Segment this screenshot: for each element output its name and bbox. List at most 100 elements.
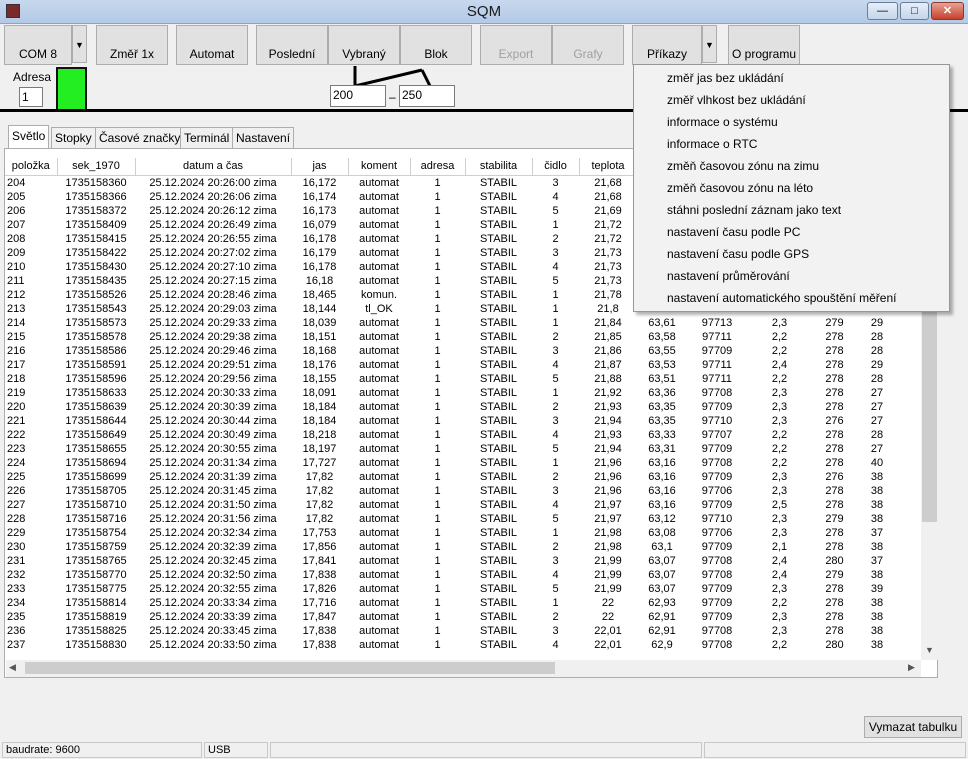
tab-nastaveni[interactable]: Nastavení <box>232 127 295 149</box>
range-to-input[interactable]: 250 <box>399 85 455 107</box>
table-cell: 210 <box>7 260 26 273</box>
last-button[interactable]: Poslední <box>256 25 328 65</box>
scroll-down-icon[interactable]: ▼ <box>925 645 934 655</box>
commands-button[interactable]: Příkazy <box>632 25 702 65</box>
table-cell: automat <box>359 414 399 427</box>
table-row[interactable]: 232 1735158770 25.12.2024 20:32:50 zima 17,… <box>5 568 897 582</box>
table-cell: 1735158415 <box>65 232 127 245</box>
table-row[interactable]: 225 1735158699 25.12.2024 20:31:39 zima 17,… <box>5 470 897 484</box>
column-header[interactable]: jas <box>291 158 349 176</box>
menu-item[interactable]: změř vlhkost bez ukládání <box>667 93 806 107</box>
menu-item[interactable]: změř jas bez ukládání <box>667 71 784 85</box>
column-header[interactable]: datum a čas <box>135 158 292 176</box>
table-cell: 25.12.2024 20:30:55 zima <box>149 442 277 455</box>
table-row[interactable]: 222 1735158649 25.12.2024 20:30:49 zima 18,… <box>5 428 897 442</box>
table-cell: 1735158360 <box>65 176 127 189</box>
column-header[interactable]: koment <box>348 158 411 176</box>
horizontal-scroll-thumb[interactable] <box>25 662 555 674</box>
scroll-right-icon[interactable]: ▶ <box>908 662 915 673</box>
table-cell: 25.12.2024 20:33:39 zima <box>149 610 277 623</box>
com-dropdown-icon[interactable]: ▼ <box>72 25 87 63</box>
table-row[interactable]: 233 1735158775 25.12.2024 20:32:55 zima 17,… <box>5 582 897 596</box>
table-cell: 21,99 <box>594 582 622 595</box>
column-header[interactable]: stabilita <box>465 158 533 176</box>
table-row[interactable]: 217 1735158591 25.12.2024 20:29:51 zima 18,… <box>5 358 897 372</box>
table-cell: 1 <box>434 596 441 609</box>
minimize-icon[interactable]: — <box>867 2 898 20</box>
table-cell: 1735158649 <box>65 428 127 441</box>
table-row[interactable]: 220 1735158639 25.12.2024 20:30:39 zima 18,… <box>5 400 897 414</box>
table-cell: 17,82 <box>305 512 334 525</box>
close-icon[interactable]: ✕ <box>931 2 964 20</box>
commands-dropdown-icon[interactable]: ▼ <box>702 25 717 63</box>
maximize-icon[interactable]: □ <box>900 2 929 20</box>
table-row[interactable]: 237 1735158830 25.12.2024 20:33:50 zima 17,… <box>5 638 897 652</box>
table-row[interactable]: 234 1735158814 25.12.2024 20:33:34 zima 17,… <box>5 596 897 610</box>
address-input[interactable]: 1 <box>19 87 43 107</box>
measure-once-button[interactable]: Změř 1x <box>96 25 168 65</box>
table-row[interactable]: 216 1735158586 25.12.2024 20:29:46 zima 18,… <box>5 344 897 358</box>
table-row[interactable]: 219 1735158633 25.12.2024 20:30:33 zima 18,… <box>5 386 897 400</box>
selected-button[interactable]: Vybraný <box>328 25 400 65</box>
export-button[interactable]: Export <box>480 25 552 65</box>
block-button[interactable]: Blok <box>400 25 472 65</box>
table-row[interactable]: 218 1735158596 25.12.2024 20:29:56 zima 18,… <box>5 372 897 386</box>
table-row[interactable]: 235 1735158819 25.12.2024 20:33:39 zima 17,… <box>5 610 897 624</box>
tab-stopky[interactable]: Stopky <box>51 127 96 149</box>
range-from-input[interactable]: 200 <box>330 85 386 107</box>
menu-item[interactable]: nastavení průměrování <box>667 269 790 283</box>
clear-table-button[interactable]: Vymazat tabulku <box>864 716 962 738</box>
tab-terminal[interactable]: Terminál <box>180 127 234 149</box>
table-cell: 37 <box>870 526 884 539</box>
menu-item[interactable]: změň časovou zónu na léto <box>667 181 813 195</box>
table-cell: 25.12.2024 20:32:34 zima <box>149 526 277 539</box>
table-cell: automat <box>359 274 399 287</box>
table-row[interactable]: 221 1735158644 25.12.2024 20:30:44 zima 18,… <box>5 414 897 428</box>
menu-item[interactable]: nastavení času podle PC <box>667 225 800 239</box>
column-header[interactable]: položka <box>5 158 58 176</box>
table-row[interactable]: 215 1735158578 25.12.2024 20:29:38 zima 18,… <box>5 330 897 344</box>
table-cell: 1735158814 <box>65 596 127 609</box>
table-row[interactable]: 226 1735158705 25.12.2024 20:31:45 zima 17,… <box>5 484 897 498</box>
column-header[interactable]: sek_1970 <box>57 158 136 176</box>
table-cell: STABIL <box>479 344 518 357</box>
automat-button[interactable]: Automat <box>176 25 248 65</box>
status-indicator <box>56 67 87 111</box>
table-cell: 278 <box>825 400 844 413</box>
table-cell: 25.12.2024 20:29:56 zima <box>149 372 277 385</box>
menu-item[interactable]: nastavení času podle GPS <box>667 247 809 261</box>
table-row[interactable]: 229 1735158754 25.12.2024 20:32:34 zima 17,… <box>5 526 897 540</box>
table-cell: 29 <box>870 316 884 329</box>
table-cell: 1 <box>434 540 441 553</box>
table-cell: automat <box>359 176 399 189</box>
table-cell: 2,3 <box>771 582 788 595</box>
table-row[interactable]: 230 1735158759 25.12.2024 20:32:39 zima 17,… <box>5 540 897 554</box>
table-row[interactable]: 231 1735158765 25.12.2024 20:32:45 zima 17,… <box>5 554 897 568</box>
scroll-left-icon[interactable]: ◀ <box>9 662 16 673</box>
column-header[interactable]: teplota <box>579 158 638 176</box>
table-row[interactable]: 228 1735158716 25.12.2024 20:31:56 zima 17,… <box>5 512 897 526</box>
tab-casove-znacky[interactable]: Časové značky <box>95 127 185 149</box>
menu-item[interactable]: stáhni poslední záznam jako text <box>667 203 841 217</box>
table-row[interactable]: 227 1735158710 25.12.2024 20:31:50 zima 17,… <box>5 498 897 512</box>
table-row[interactable]: 214 1735158573 25.12.2024 20:29:33 zima 18,… <box>5 316 897 330</box>
graphs-button[interactable]: Grafy <box>552 25 624 65</box>
tab-svetlo[interactable]: Světlo <box>8 125 50 150</box>
table-cell: 209 <box>7 246 26 259</box>
table-row[interactable]: 236 1735158825 25.12.2024 20:33:45 zima 17,… <box>5 624 897 638</box>
com-port-button[interactable]: COM 8 <box>4 25 72 65</box>
column-header[interactable]: adresa <box>410 158 466 176</box>
table-cell: 63,55 <box>648 344 676 357</box>
table-cell: 97706 <box>701 526 733 539</box>
table-cell: 16,18 <box>305 274 334 287</box>
table-cell: 16,079 <box>302 218 337 231</box>
column-header[interactable]: čidlo <box>532 158 580 176</box>
table-row[interactable]: 223 1735158655 25.12.2024 20:30:55 zima 18,… <box>5 442 897 456</box>
menu-item[interactable]: změň časovou zónu na zimu <box>667 159 819 173</box>
table-cell: 25.12.2024 20:30:39 zima <box>149 400 277 413</box>
menu-item[interactable]: informace o systému <box>667 115 778 129</box>
about-button[interactable]: O programu <box>728 25 800 65</box>
menu-item[interactable]: nastavení automatického spouštění měření <box>667 291 896 305</box>
menu-item[interactable]: informace o RTC <box>667 137 757 151</box>
table-row[interactable]: 224 1735158694 25.12.2024 20:31:34 zima 17,… <box>5 456 897 470</box>
